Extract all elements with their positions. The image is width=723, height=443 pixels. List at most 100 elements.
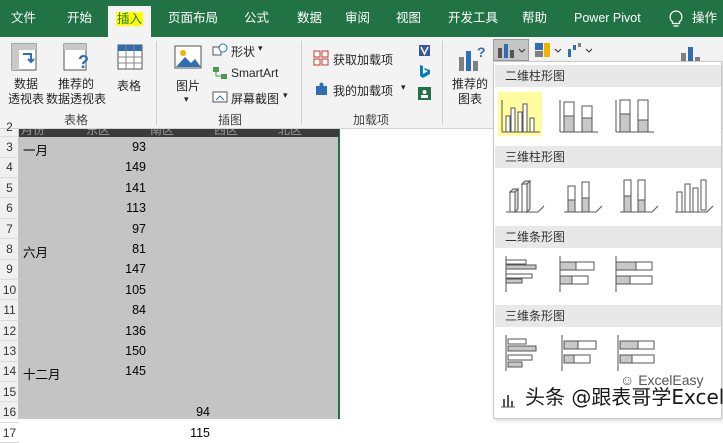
row-header[interactable]: 12	[0, 321, 19, 342]
pictures-button[interactable]: 图片	[176, 77, 200, 94]
row-header[interactable]: 3	[0, 137, 19, 158]
percent-stacked-bar-option[interactable]	[612, 252, 656, 296]
chevron-down-icon: ▾	[184, 94, 189, 104]
row-header[interactable]: 15	[0, 382, 19, 403]
table-cell[interactable]: 105	[80, 283, 146, 297]
tab-insert[interactable]: 插入	[108, 6, 152, 37]
group-divider	[156, 41, 157, 125]
table-cell[interactable]: 94	[150, 405, 210, 419]
tab-page-layout[interactable]: 页面布局	[168, 0, 218, 37]
section-3d-column: 三维柱形图	[495, 146, 721, 168]
my-addins-icon[interactable]	[313, 81, 329, 97]
table-cell[interactable]: 145	[80, 364, 146, 378]
row-header[interactable]: 17	[0, 423, 19, 443]
row-header[interactable]: 11	[0, 300, 19, 321]
table-cell[interactable]: 84	[80, 303, 146, 317]
column-chart-icon	[498, 44, 526, 58]
selection-border	[338, 129, 340, 419]
row-header[interactable]: 14	[0, 361, 19, 382]
row-header[interactable]: 16	[0, 402, 19, 423]
row-header[interactable]: 7	[0, 219, 19, 240]
shapes-icon[interactable]	[212, 43, 228, 57]
recommended-charts-button[interactable]: 推荐的 图表	[452, 77, 488, 107]
row-header[interactable]: 5	[0, 178, 19, 199]
3d-percent-stacked-bar-option[interactable]	[614, 331, 658, 375]
table-cell[interactable]: 一月	[23, 140, 48, 159]
pivot-table-icon[interactable]	[10, 42, 38, 72]
table-cell[interactable]: 136	[80, 324, 146, 338]
row-header[interactable]: 6	[0, 198, 19, 219]
table-cell[interactable]: 115	[150, 426, 210, 440]
hierarchy-chart-icon[interactable]	[533, 41, 563, 59]
table-cell[interactable]: 149	[80, 160, 146, 174]
stacked-column-option[interactable]	[556, 92, 600, 136]
table-cell[interactable]: 十二月	[23, 364, 61, 383]
screenshot-button[interactable]: 屏幕截图	[231, 90, 279, 107]
table-cell[interactable]: 81	[80, 242, 146, 256]
3d-percent-stacked-column-option[interactable]	[616, 172, 660, 216]
3d-percent-stacked-column-icon	[620, 179, 659, 213]
smartart-icon[interactable]	[212, 66, 228, 80]
table-icon[interactable]	[116, 43, 144, 71]
tab-home[interactable]: 开始	[67, 0, 92, 37]
my-addins-button[interactable]: 我的加载项	[333, 82, 393, 99]
group-divider	[442, 41, 443, 125]
row-header[interactable]: 2	[0, 117, 19, 138]
tab-review[interactable]: 审阅	[345, 0, 370, 37]
table-button[interactable]: 表格	[117, 77, 141, 94]
column-chart-dropdown[interactable]: 二维柱形图 三维柱形图 二维条形图 三维条形图	[493, 61, 722, 419]
table-cell[interactable]: 147	[80, 262, 146, 276]
3d-percent-stacked-bar-icon	[617, 335, 655, 371]
clustered-bar-option[interactable]	[502, 252, 546, 296]
table-cell[interactable]: 141	[80, 181, 146, 195]
tab-formulas[interactable]: 公式	[244, 0, 269, 37]
pictures-icon[interactable]	[173, 43, 203, 71]
3d-clustered-bar-option[interactable]	[502, 331, 546, 375]
tab-data[interactable]: 数据	[297, 0, 322, 37]
row-header[interactable]: 4	[0, 157, 19, 178]
tab-developer[interactable]: 开发工具	[448, 0, 498, 37]
waterfall-chart-icon[interactable]	[566, 41, 596, 59]
pivot-table-button[interactable]: 数据 透视表	[8, 77, 44, 107]
section-2d-bar: 二维条形图	[495, 226, 721, 248]
screenshot-icon[interactable]	[212, 90, 228, 104]
3d-column-option[interactable]	[671, 172, 715, 216]
table-cell[interactable]: 六月	[23, 242, 48, 261]
clustered-column-option[interactable]	[498, 92, 542, 136]
tab-power-pivot[interactable]: Power Pivot	[574, 0, 641, 37]
percent-stacked-column-icon	[615, 99, 654, 133]
store-icon[interactable]	[313, 50, 329, 66]
table-cell[interactable]: 113	[80, 201, 146, 215]
visio-icon[interactable]	[417, 43, 432, 58]
3d-stacked-bar-option[interactable]	[558, 331, 602, 375]
row-header[interactable]: 10	[0, 280, 19, 301]
recommended-charts-icon[interactable]: ?	[456, 43, 486, 73]
lightbulb-icon[interactable]	[668, 10, 684, 28]
percent-stacked-column-option[interactable]	[612, 92, 656, 136]
tab-help[interactable]: 帮助	[522, 0, 547, 37]
3d-stacked-column-option[interactable]	[560, 172, 604, 216]
table-cell[interactable]: 97	[80, 222, 146, 236]
stacked-bar-option[interactable]	[556, 252, 600, 296]
bing-icon[interactable]	[417, 64, 432, 79]
recommended-pivot-icon[interactable]: ?	[62, 42, 92, 72]
row-header[interactable]: 8	[0, 239, 19, 260]
recommended-pivot-button[interactable]: 推荐的 数据透视表	[46, 77, 106, 107]
smartart-button[interactable]: SmartArt	[231, 66, 278, 80]
tab-tell-me[interactable]: 操作	[692, 0, 717, 37]
selected-range[interactable]	[19, 129, 339, 419]
row-header[interactable]: 13	[0, 341, 19, 362]
tab-file[interactable]: 文件	[11, 0, 36, 37]
table-cell[interactable]: 93	[80, 140, 146, 154]
chart-small-icon	[501, 395, 515, 408]
table-cell[interactable]: 150	[80, 344, 146, 358]
shapes-button[interactable]: 形状	[231, 43, 255, 60]
people-graph-icon[interactable]	[417, 86, 432, 101]
3d-clustered-column-option[interactable]	[502, 172, 546, 216]
get-addins-button[interactable]: 获取加载项	[333, 51, 393, 68]
chevron-down-icon: ▾	[283, 90, 288, 100]
tab-view[interactable]: 视图	[396, 0, 421, 37]
group-divider	[301, 41, 302, 125]
row-header[interactable]: 9	[0, 259, 19, 280]
column-chart-button[interactable]	[493, 39, 529, 61]
